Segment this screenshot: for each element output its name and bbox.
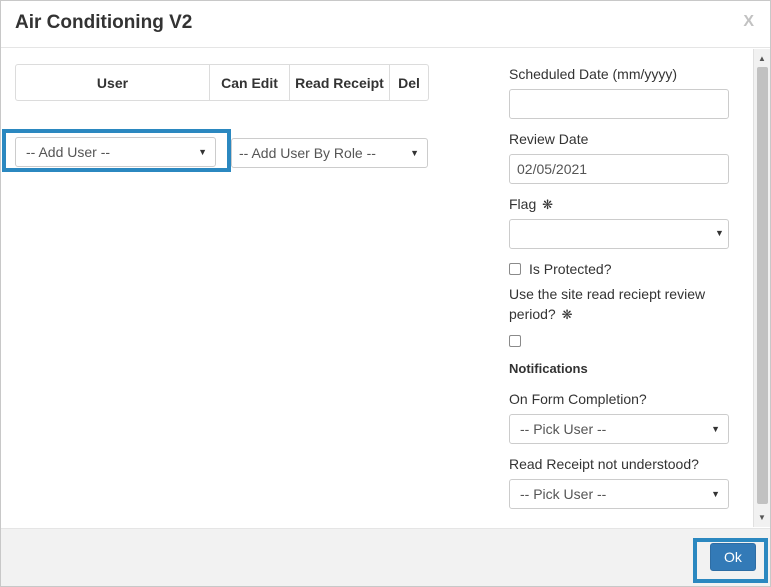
dialog: Air Conditioning V2 X User Can Edit Read… (0, 0, 771, 587)
read-receipt-period-label-line1: Use the site read reciept review (509, 286, 706, 302)
review-date-input[interactable]: 02/05/2021 (509, 154, 729, 184)
ok-button[interactable]: Ok (710, 543, 756, 571)
add-user-by-role-select[interactable]: -- Add User By Role -- ▼ (231, 138, 428, 168)
read-receipt-not-understood-select-value: -- Pick User -- (520, 486, 607, 502)
column-header-del: Del (398, 74, 420, 91)
chevron-down-icon: ▼ (410, 148, 419, 158)
add-user-select[interactable]: -- Add User -- ▼ (15, 137, 216, 167)
dialog-title: Air Conditioning V2 (15, 12, 193, 33)
chevron-down-icon: ▼ (711, 424, 720, 434)
column-header-read-receipt: Read Receipt (290, 65, 390, 100)
read-receipt-not-understood-label: Read Receipt not understood? (509, 456, 699, 472)
vertical-scrollbar[interactable]: ▲ ▼ (753, 49, 770, 527)
add-user-select-value: -- Add User -- (26, 144, 111, 160)
is-protected-checkbox[interactable] (509, 263, 521, 275)
scheduled-date-label: Scheduled Date (mm/yyyy) (509, 66, 678, 82)
dialog-footer: Ok (1, 528, 770, 586)
scheduled-date-input[interactable] (509, 89, 729, 119)
chevron-down-icon: ▼ (711, 489, 720, 499)
users-table-header: User Can Edit Read Receipt Del (15, 64, 429, 101)
scroll-up-arrow-icon[interactable]: ▲ (754, 52, 770, 66)
chevron-down-icon: ▼ (198, 147, 207, 157)
scroll-down-arrow-icon[interactable]: ▼ (754, 511, 770, 525)
flag-select[interactable] (509, 219, 729, 249)
dialog-body: User Can Edit Read Receipt Del -- Add Us… (1, 49, 770, 527)
on-form-completion-label: On Form Completion? (509, 391, 647, 407)
column-header-user: User (16, 65, 210, 100)
review-date-label: Review Date (509, 131, 589, 147)
column-header-can-edit: Can Edit (210, 65, 290, 100)
read-receipt-period-label-line2: period? ❋ (509, 306, 573, 323)
is-protected-label: Is Protected? (529, 261, 612, 277)
read-receipt-not-understood-select[interactable]: -- Pick User -- ▼ (509, 479, 729, 509)
read-receipt-period-label-text: period? (509, 306, 556, 322)
close-button[interactable]: X (743, 13, 754, 31)
scrollbar-thumb[interactable] (757, 67, 768, 504)
flag-label-text: Flag (509, 196, 537, 212)
required-asterisk-icon: ❋ (561, 307, 573, 322)
flag-label: Flag ❋ (509, 196, 553, 213)
dialog-header: Air Conditioning V2 X (1, 1, 770, 48)
on-form-completion-select-value: -- Pick User -- (520, 421, 607, 437)
notifications-heading: Notifications (509, 361, 588, 376)
read-receipt-period-checkbox[interactable] (509, 335, 521, 347)
chevron-down-icon: ▼ (715, 228, 724, 238)
required-asterisk-icon: ❋ (542, 197, 554, 212)
on-form-completion-select[interactable]: -- Pick User -- ▼ (509, 414, 729, 444)
add-user-by-role-select-value: -- Add User By Role -- (239, 145, 376, 161)
